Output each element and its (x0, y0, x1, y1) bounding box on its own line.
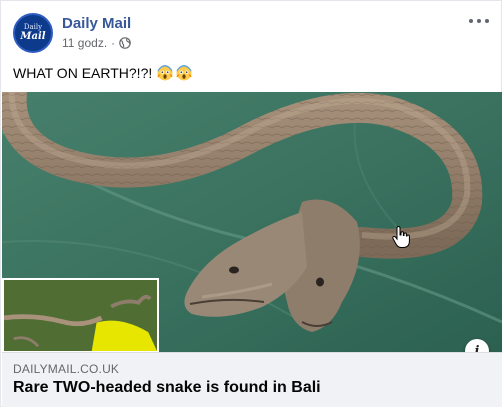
post-caption: WHAT ON EARTH?!?! (13, 65, 192, 81)
page-avatar[interactable]: Daily Mail (13, 13, 53, 53)
globe-icon[interactable] (119, 37, 131, 49)
avatar-text-top: Daily (23, 23, 43, 31)
post-timestamp[interactable]: 11 godz. (62, 36, 107, 50)
meta-separator: · (111, 36, 116, 50)
avatar-text-bottom: Mail (20, 31, 46, 42)
screaming-face-emoji (157, 65, 173, 81)
screaming-face-emoji (176, 65, 192, 81)
link-domain: DAILYMAIL.CO.UK (13, 362, 120, 376)
facebook-post: Daily Mail Daily Mail 11 godz. · WHAT ON… (0, 0, 502, 407)
more-options-icon[interactable] (469, 13, 489, 29)
inset-image (2, 278, 159, 353)
page-name-link[interactable]: Daily Mail (62, 15, 131, 32)
link-headline[interactable]: Rare TWO-headed snake is found in Bali (13, 379, 321, 397)
post-meta: 11 godz. · (62, 36, 131, 50)
caption-text: WHAT ON EARTH?!?! (13, 65, 153, 81)
link-preview[interactable]: DAILYMAIL.CO.UK Rare TWO-headed snake is… (2, 352, 502, 407)
hand-cursor-icon (392, 226, 410, 248)
